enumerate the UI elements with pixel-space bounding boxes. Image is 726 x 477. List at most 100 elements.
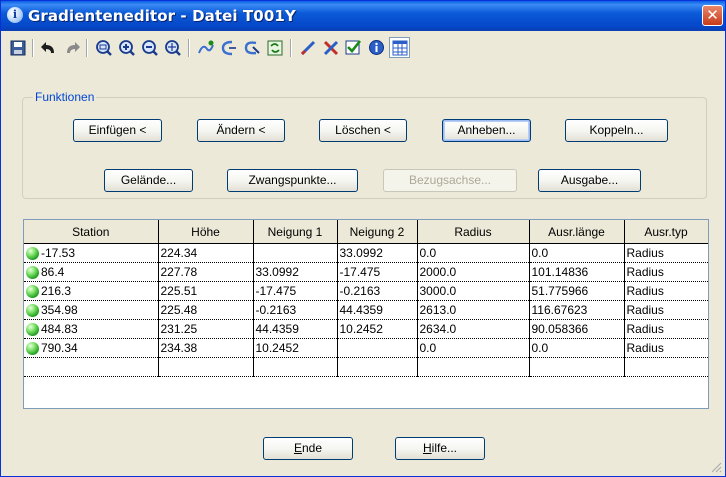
table-row[interactable]: 484.83 231.25 44.4359 10.2452 2634.0 90.… [24,319,708,339]
curve-length-cell[interactable]: 116.67623 [529,300,625,320]
terrain-button[interactable]: Gelände... [104,169,193,192]
station-cell[interactable]: 484.83 [24,319,159,339]
help-button[interactable]: Hilfe... [395,437,485,460]
output-button[interactable]: Ausgabe... [538,169,641,192]
station-cell[interactable]: -17.53 [24,243,159,263]
table-row[interactable]: -17.53 224.34 33.0992 0.0 0.0 Radius [24,243,708,263]
slope-1-cell[interactable] [253,357,338,377]
radius-cell[interactable]: 0.0 [417,243,530,263]
edit-curve-icon[interactable] [241,37,262,58]
raise-button[interactable]: Anheben... [442,119,531,142]
zoom-window-icon[interactable] [93,37,114,58]
slope-1-cell[interactable] [253,243,338,263]
end-button[interactable]: Ende [263,437,353,460]
station-cell[interactable] [24,357,159,377]
zoom-out-icon[interactable] [139,37,160,58]
gradient-table[interactable]: Station Höhe Neigung 1 Neigung 2 Radius … [23,219,709,409]
curve-type-cell[interactable]: Radius [624,243,708,263]
radius-cell[interactable]: 3000.0 [417,281,530,301]
status-ok-icon [26,323,39,337]
table-row[interactable]: 86.4 227.78 33.0992 -17.475 2000.0 101.1… [24,262,708,282]
station-cell[interactable]: 86.4 [24,262,159,282]
column-header-height[interactable]: Höhe [158,220,254,244]
redo-icon[interactable] [61,37,82,58]
table-row[interactable]: 354.98 225.48 -0.2163 44.4359 2613.0 116… [24,300,708,320]
check-icon[interactable] [343,37,364,58]
constraint-points-button[interactable]: Zwangspunkte... [227,169,358,192]
delete-button[interactable]: Löschen < [319,119,407,142]
column-header-curve-type[interactable]: Ausr.typ [624,220,708,244]
column-header-curve-length[interactable]: Ausr.länge [529,220,625,244]
slope-2-cell[interactable]: 33.0992 [337,243,418,263]
curve-length-cell[interactable]: 0.0 [529,243,625,263]
height-cell[interactable]: 224.34 [158,243,254,263]
curve-type-cell[interactable]: Radius [624,338,708,358]
radius-cell[interactable] [417,357,530,377]
radius-cell[interactable]: 2613.0 [417,300,530,320]
curve-type-cell[interactable]: Radius [624,300,708,320]
curve-length-cell[interactable]: 51.775966 [529,281,625,301]
column-header-slope-1[interactable]: Neigung 1 [253,220,338,244]
curve-length-cell[interactable]: 0.0 [529,338,625,358]
toolbar-separator [32,39,34,57]
change-button[interactable]: Ändern < [197,119,285,142]
table-row[interactable]: 216.3 225.51 -17.475 -0.2163 3000.0 51.7… [24,281,708,301]
height-cell[interactable]: 225.51 [158,281,254,301]
slope-2-cell[interactable]: 44.4359 [337,300,418,320]
status-ok-icon [26,285,39,299]
slope-1-cell[interactable]: 44.4359 [253,319,338,339]
column-header-slope-2[interactable]: Neigung 2 [337,220,418,244]
status-ok-icon [26,304,39,318]
height-cell[interactable]: 227.78 [158,262,254,282]
station-value: 354.98 [41,302,78,317]
column-header-station[interactable]: Station [24,220,159,244]
undo-icon[interactable] [38,37,59,58]
close-button[interactable]: ✕ [702,5,723,26]
couple-button[interactable]: Koppeln... [565,119,668,142]
station-cell[interactable]: 790.34 [24,338,159,358]
slope-1-cell[interactable]: -17.475 [253,281,338,301]
curve-type-cell[interactable]: Radius [624,319,708,339]
slope-1-cell[interactable]: 10.2452 [253,338,338,358]
curve-length-cell[interactable] [529,357,625,377]
height-cell[interactable]: 225.48 [158,300,254,320]
end-button-mnemonic: E [293,441,302,455]
slope-1-cell[interactable]: 33.0992 [253,262,338,282]
title-bar[interactable]: i Gradienteneditor - Datei T001Y ✕ [1,1,725,31]
zoom-in-icon[interactable] [116,37,137,58]
curve-length-cell[interactable]: 90.058366 [529,319,625,339]
column-header-radius[interactable]: Radius [417,220,530,244]
insert-button[interactable]: Einfügen < [73,119,162,142]
radius-cell[interactable]: 2000.0 [417,262,530,282]
add-point-icon[interactable] [195,37,216,58]
height-cell[interactable]: 231.25 [158,319,254,339]
height-cell[interactable]: 234.38 [158,338,254,358]
station-cell[interactable]: 354.98 [24,300,159,320]
curve-type-cell[interactable]: Radius [624,262,708,282]
info-icon[interactable] [366,37,387,58]
table-row[interactable]: 790.34 234.38 10.2452 0.0 0.0 Radius [24,338,708,358]
save-icon[interactable] [7,37,28,58]
radius-cell[interactable]: 0.0 [417,338,530,358]
zoom-all-icon[interactable] [162,37,183,58]
slope-2-cell[interactable]: -0.2163 [337,281,418,301]
curve-length-cell[interactable]: 101.14836 [529,262,625,282]
slope-2-cell[interactable]: -17.475 [337,262,418,282]
slope-2-cell[interactable] [337,357,418,377]
add-curve-icon[interactable] [218,37,239,58]
curve-type-cell[interactable] [624,357,708,377]
delete-icon[interactable] [320,37,341,58]
resize-grip-icon[interactable] [710,461,722,473]
station-cell[interactable]: 216.3 [24,281,159,301]
toolbar [7,35,607,61]
radius-cell[interactable]: 2634.0 [417,319,530,339]
table-icon[interactable] [389,37,410,58]
pen-icon[interactable] [297,37,318,58]
slope-2-cell[interactable]: 10.2452 [337,319,418,339]
curve-type-cell[interactable]: Radius [624,281,708,301]
slope-2-cell[interactable] [337,338,418,358]
refresh-icon[interactable] [264,37,285,58]
table-row-empty[interactable] [24,357,708,377]
height-cell[interactable] [158,357,254,377]
slope-1-cell[interactable]: -0.2163 [253,300,338,320]
